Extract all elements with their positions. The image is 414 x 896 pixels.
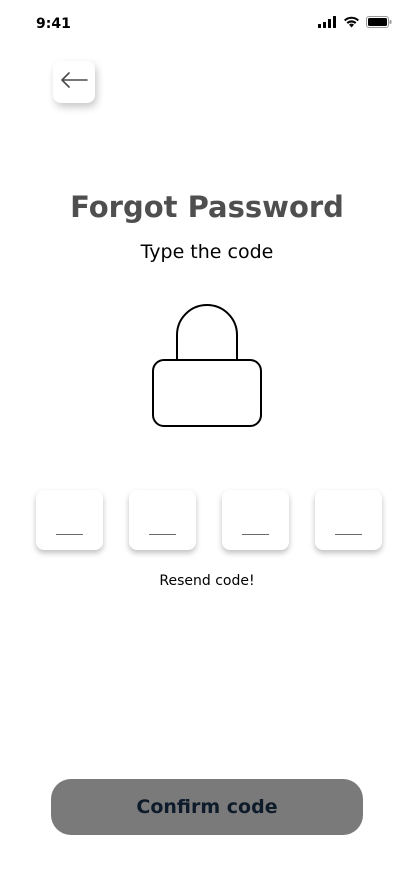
code-digit-3-field[interactable] bbox=[222, 490, 289, 550]
battery-icon bbox=[366, 15, 392, 33]
code-digit-1-field[interactable] bbox=[36, 490, 103, 550]
back-button[interactable] bbox=[53, 61, 95, 103]
cellular-signal-icon bbox=[318, 15, 337, 33]
resend-code-link[interactable]: Resend code! bbox=[0, 573, 414, 589]
wifi-icon bbox=[343, 15, 360, 33]
lock-icon bbox=[151, 304, 263, 433]
code-digit-underline bbox=[242, 534, 269, 535]
code-digit-2-field[interactable] bbox=[129, 490, 196, 550]
code-digit-underline bbox=[56, 534, 83, 535]
forgot-password-screen: 9:41 Forgot Password Type the code Resen… bbox=[0, 0, 414, 896]
status-time: 9:41 bbox=[36, 16, 71, 32]
status-icons bbox=[318, 15, 392, 33]
page-subtitle: Type the code bbox=[140, 241, 274, 263]
code-input-row bbox=[36, 490, 382, 550]
arrow-left-icon bbox=[60, 71, 88, 93]
code-digit-underline bbox=[149, 534, 176, 535]
confirm-code-button[interactable]: Confirm code bbox=[51, 779, 363, 835]
code-digit-4-field[interactable] bbox=[315, 490, 382, 550]
page-title: Forgot Password bbox=[70, 190, 344, 224]
code-digit-underline bbox=[335, 534, 362, 535]
